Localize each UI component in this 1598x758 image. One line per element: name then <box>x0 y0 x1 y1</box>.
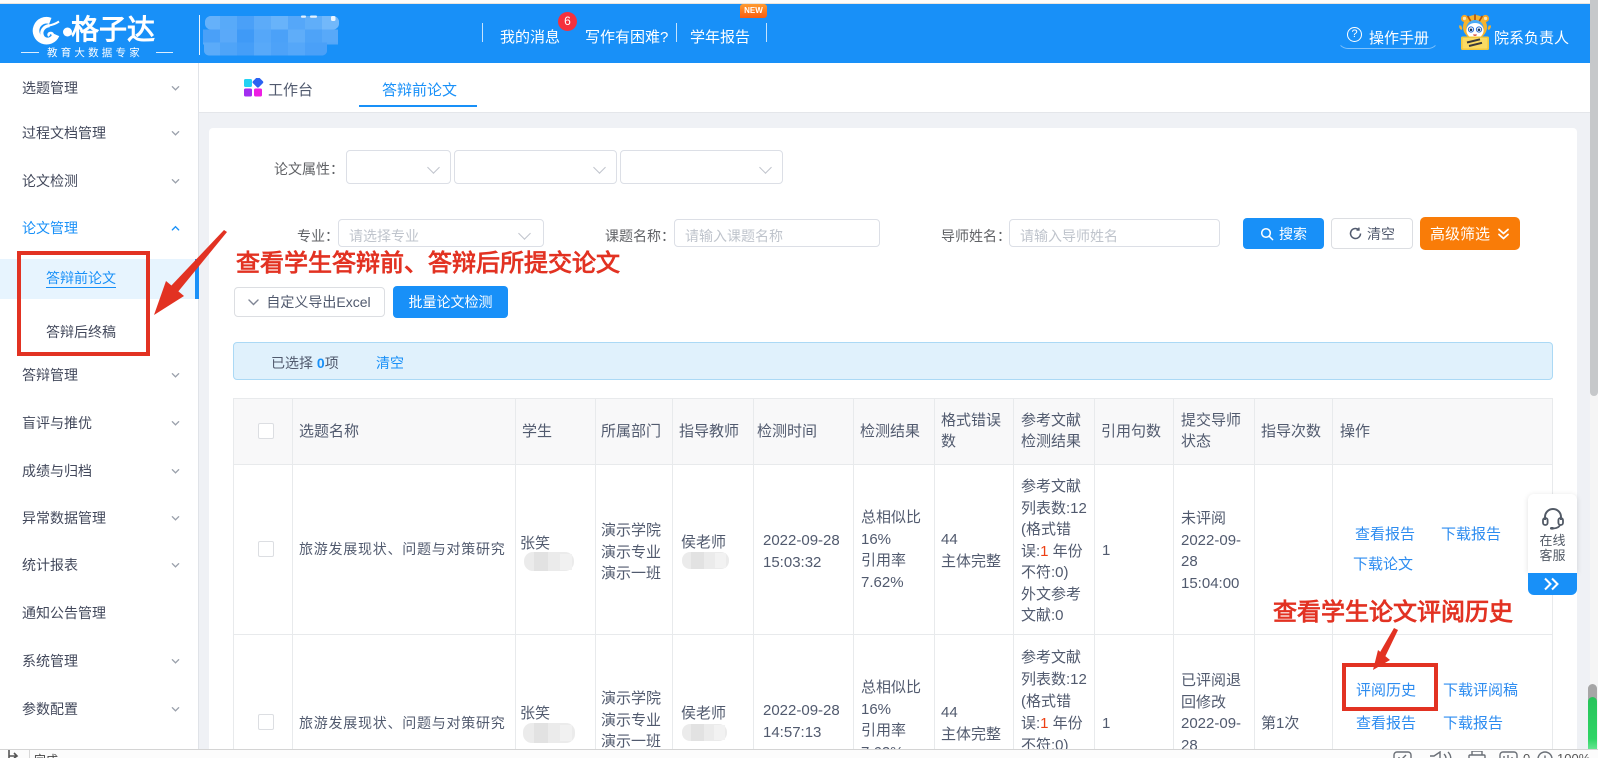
svg-text:0: 0 <box>1523 751 1530 758</box>
svg-text:100%: 100% <box>1557 751 1590 758</box>
